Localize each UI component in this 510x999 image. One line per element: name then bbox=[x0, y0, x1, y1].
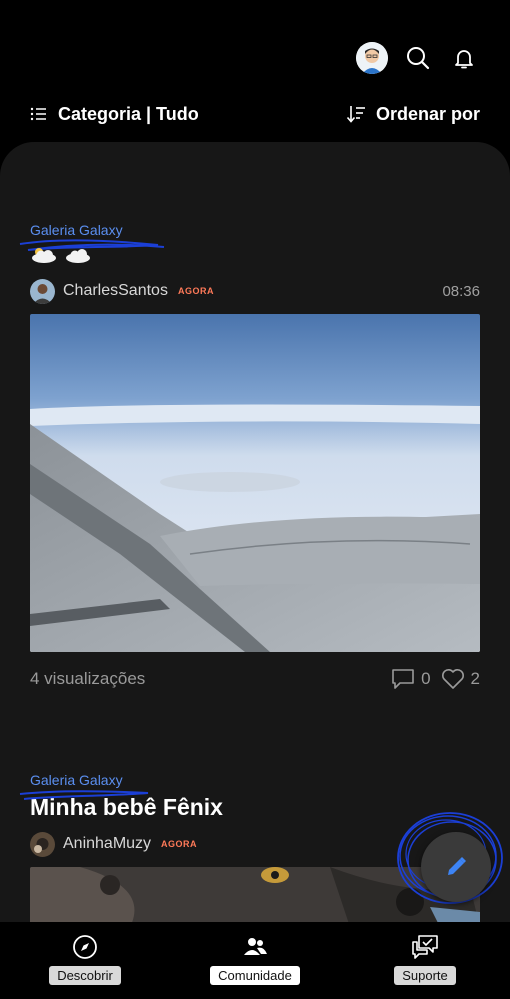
nav-item-support[interactable]: Suporte bbox=[360, 934, 490, 985]
comment-icon bbox=[392, 669, 414, 689]
airplane-wing-photo bbox=[30, 314, 480, 652]
profile-avatar[interactable] bbox=[356, 42, 388, 74]
pencil-icon bbox=[448, 857, 466, 875]
author-avatar[interactable] bbox=[30, 278, 55, 304]
sun-cloud-icon bbox=[32, 248, 56, 263]
sort-icon bbox=[346, 106, 365, 123]
notifications-button[interactable] bbox=[448, 42, 480, 74]
author-avatar-image bbox=[30, 278, 55, 304]
chat-bubbles-icon bbox=[412, 935, 438, 959]
list-icon bbox=[30, 107, 46, 121]
people-icon bbox=[244, 938, 267, 955]
new-badge: AGORA bbox=[177, 286, 214, 296]
comments-button[interactable]: 0 bbox=[391, 668, 431, 690]
like-button[interactable]: 2 bbox=[441, 668, 480, 690]
nav-item-discover[interactable]: Descobrir bbox=[20, 934, 150, 985]
heart-icon bbox=[441, 669, 464, 689]
post-card[interactable]: Galeria Galaxy CharlesSantos AGORA 08:36… bbox=[19, 222, 480, 692]
profile-avatar-image bbox=[356, 42, 388, 74]
bottom-navigation: Descobrir Comunidade Suporte bbox=[0, 922, 510, 999]
post-time: 08:36 bbox=[442, 282, 480, 300]
post-category-label: Galeria Galaxy bbox=[30, 772, 123, 788]
top-icons bbox=[356, 42, 480, 74]
nav-item-label: Comunidade bbox=[210, 966, 300, 985]
dog-photo bbox=[30, 867, 480, 922]
post-category[interactable]: Galeria Galaxy bbox=[19, 772, 149, 800]
category-filter-label: Categoria | Tudo bbox=[58, 103, 199, 124]
feed[interactable]: Galeria Galaxy CharlesSantos AGORA 08:36… bbox=[0, 142, 510, 922]
compass-icon bbox=[73, 935, 97, 959]
nav-item-label: Descobrir bbox=[49, 966, 121, 985]
sort-button[interactable]: Ordenar por bbox=[346, 104, 480, 125]
comments-count: 0 bbox=[421, 669, 431, 688]
top-bar: Categoria | Tudo Ordenar por bbox=[0, 0, 510, 140]
compose-button[interactable] bbox=[421, 832, 491, 902]
reactions: 0 2 bbox=[391, 668, 480, 690]
new-badge: AGORA bbox=[161, 839, 198, 849]
author-row: AninhaMuzy AGORA bbox=[30, 831, 480, 857]
author-name[interactable]: CharlesSantos bbox=[63, 282, 168, 300]
post-stats: 4 visualizações 0 2 bbox=[30, 666, 480, 692]
bell-icon bbox=[455, 50, 473, 69]
sort-label: Ordenar por bbox=[375, 103, 480, 124]
category-filter-button[interactable]: Categoria | Tudo bbox=[30, 104, 199, 125]
post-image[interactable] bbox=[30, 867, 480, 922]
filter-row: Categoria | Tudo Ordenar por bbox=[30, 100, 480, 128]
likes-count: 2 bbox=[470, 669, 480, 688]
search-button[interactable] bbox=[402, 42, 434, 74]
post-category-label: Galeria Galaxy bbox=[30, 222, 123, 238]
nav-item-community[interactable]: Comunidade bbox=[190, 934, 320, 985]
post-emojis bbox=[30, 246, 480, 264]
views-count: 4 visualizações bbox=[30, 669, 146, 688]
post-title[interactable]: Minha bebê Fênix bbox=[30, 794, 480, 821]
author-avatar-image bbox=[30, 831, 55, 857]
author-name[interactable]: AninhaMuzy bbox=[63, 835, 151, 853]
cloud-icon bbox=[66, 249, 90, 263]
post-category[interactable]: Galeria Galaxy bbox=[19, 222, 165, 251]
author-row: CharlesSantos AGORA 08:36 bbox=[30, 278, 480, 304]
post-card[interactable]: Galeria Galaxy Minha bebê Fênix AninhaMu… bbox=[19, 772, 480, 922]
post-image[interactable] bbox=[30, 314, 480, 652]
search-icon bbox=[407, 47, 430, 70]
author-avatar[interactable] bbox=[30, 831, 55, 857]
nav-item-label: Suporte bbox=[394, 966, 456, 985]
